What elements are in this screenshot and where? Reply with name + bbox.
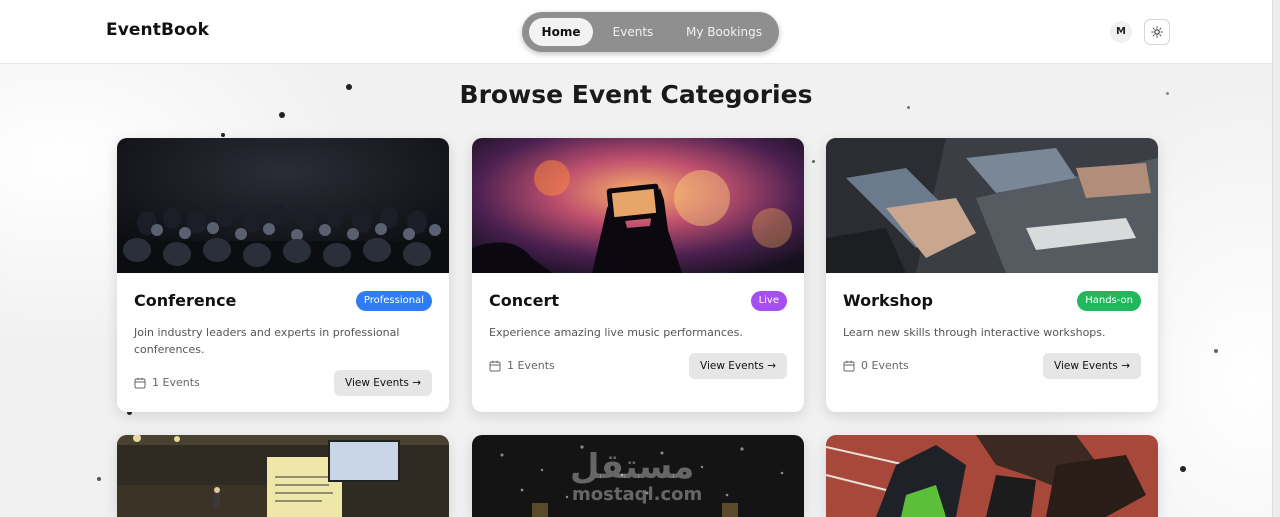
- particle-dot: [279, 112, 285, 118]
- calendar-icon: [489, 360, 501, 371]
- category-badge: Live: [750, 291, 787, 311]
- event-count: 1 Events: [489, 359, 555, 372]
- nav-events[interactable]: Events: [602, 18, 664, 46]
- category-card-conference[interactable]: Conference Professional Join industry le…: [117, 138, 449, 412]
- sun-icon: [1151, 26, 1163, 38]
- event-count: 0 Events: [843, 359, 909, 372]
- view-events-button[interactable]: View Events →: [334, 370, 432, 396]
- nav-home[interactable]: Home: [529, 18, 593, 46]
- card-title: Workshop: [843, 291, 933, 310]
- concert-image: [472, 138, 804, 273]
- category-badge: Hands-on: [1077, 291, 1141, 311]
- brand-logo[interactable]: EventBook: [106, 20, 209, 40]
- particle-dot: [1214, 349, 1218, 353]
- calendar-icon: [843, 360, 855, 371]
- view-events-button[interactable]: View Events →: [1043, 353, 1141, 379]
- event-count: 1 Events: [134, 376, 200, 389]
- category-badge: Professional: [355, 291, 432, 311]
- workshop-image: [826, 138, 1158, 273]
- particle-dot: [221, 133, 225, 137]
- card-title: Concert: [489, 291, 559, 310]
- page-scrollbar[interactable]: [1272, 0, 1280, 517]
- seminar-image: [117, 435, 449, 517]
- watermark-latin: mostaql.com: [572, 484, 703, 505]
- event-count-label: 0 Events: [861, 359, 909, 372]
- user-avatar[interactable]: M: [1110, 21, 1132, 43]
- conference-image: [117, 138, 449, 273]
- page-title: Browse Event Categories: [459, 80, 813, 109]
- category-card-workshop[interactable]: Workshop Hands-on Learn new skills throu…: [826, 138, 1158, 412]
- watermark-arabic: مستقل: [570, 447, 695, 487]
- card-title: Conference: [134, 291, 237, 310]
- event-count-label: 1 Events: [507, 359, 555, 372]
- particle-dot: [1180, 466, 1186, 472]
- category-card-sports[interactable]: [826, 435, 1158, 517]
- event-count-label: 1 Events: [152, 376, 200, 389]
- nav-my-bookings[interactable]: My Bookings: [678, 18, 770, 46]
- card-description: Learn new skills through interactive wor…: [843, 326, 1106, 339]
- theme-toggle-button[interactable]: [1144, 19, 1170, 45]
- category-card-concert[interactable]: Concert Live Experience amazing live mus…: [472, 138, 804, 412]
- calendar-icon: [134, 377, 146, 388]
- top-navbar: EventBook Home Events My Bookings M: [0, 0, 1272, 64]
- view-events-button[interactable]: View Events →: [689, 353, 787, 379]
- particle-dot: [97, 477, 101, 481]
- card-description: Join industry leaders and experts in pro…: [134, 326, 400, 356]
- category-card-seminar[interactable]: [117, 435, 449, 517]
- card-description: Experience amazing live music performanc…: [489, 326, 743, 339]
- main-nav: Home Events My Bookings: [522, 12, 779, 52]
- sports-image: [826, 435, 1158, 517]
- particle-dot: [812, 160, 815, 163]
